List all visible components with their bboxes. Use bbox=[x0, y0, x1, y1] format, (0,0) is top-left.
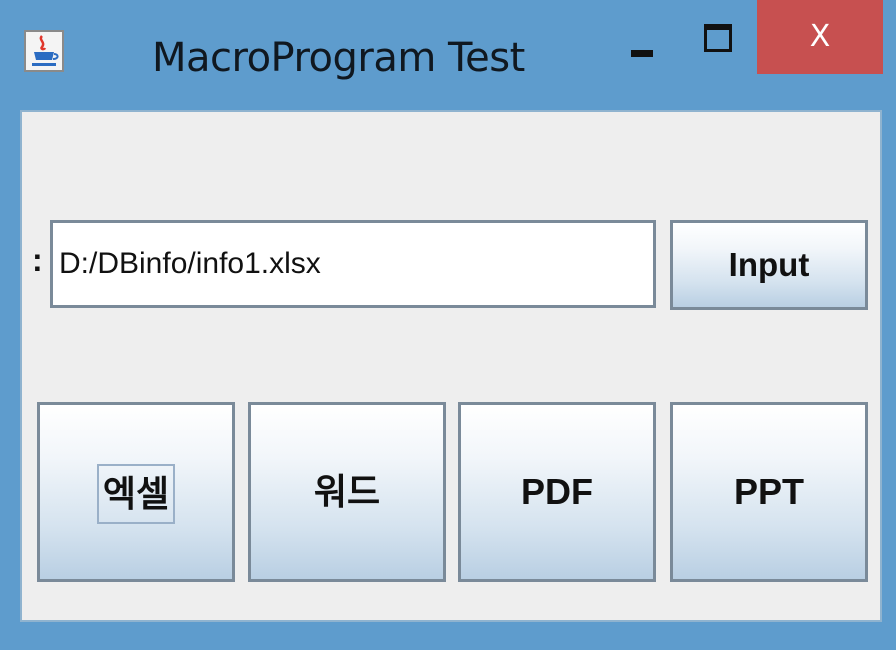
minimize-icon[interactable] bbox=[618, 20, 674, 72]
window-title: MacroProgram Test bbox=[152, 35, 525, 81]
excel-button[interactable]: 엑셀 bbox=[37, 402, 235, 582]
excel-button-label: 엑셀 bbox=[96, 464, 176, 525]
app-window: MacroProgram Test X : Input 엑셀 워드 PDF PP… bbox=[0, 0, 896, 650]
maximize-icon[interactable] bbox=[688, 16, 748, 68]
title-bar[interactable]: MacroProgram Test X bbox=[0, 0, 896, 100]
content-panel: : Input 엑셀 워드 PDF PPT bbox=[20, 110, 882, 622]
file-path-input[interactable] bbox=[50, 220, 656, 308]
pdf-button[interactable]: PDF bbox=[458, 402, 656, 582]
close-icon[interactable]: X bbox=[757, 0, 883, 74]
ppt-button[interactable]: PPT bbox=[670, 402, 868, 582]
java-cup-icon[interactable] bbox=[24, 30, 64, 72]
path-label: : bbox=[32, 242, 43, 278]
input-button[interactable]: Input bbox=[670, 220, 868, 310]
word-button[interactable]: 워드 bbox=[248, 402, 446, 582]
